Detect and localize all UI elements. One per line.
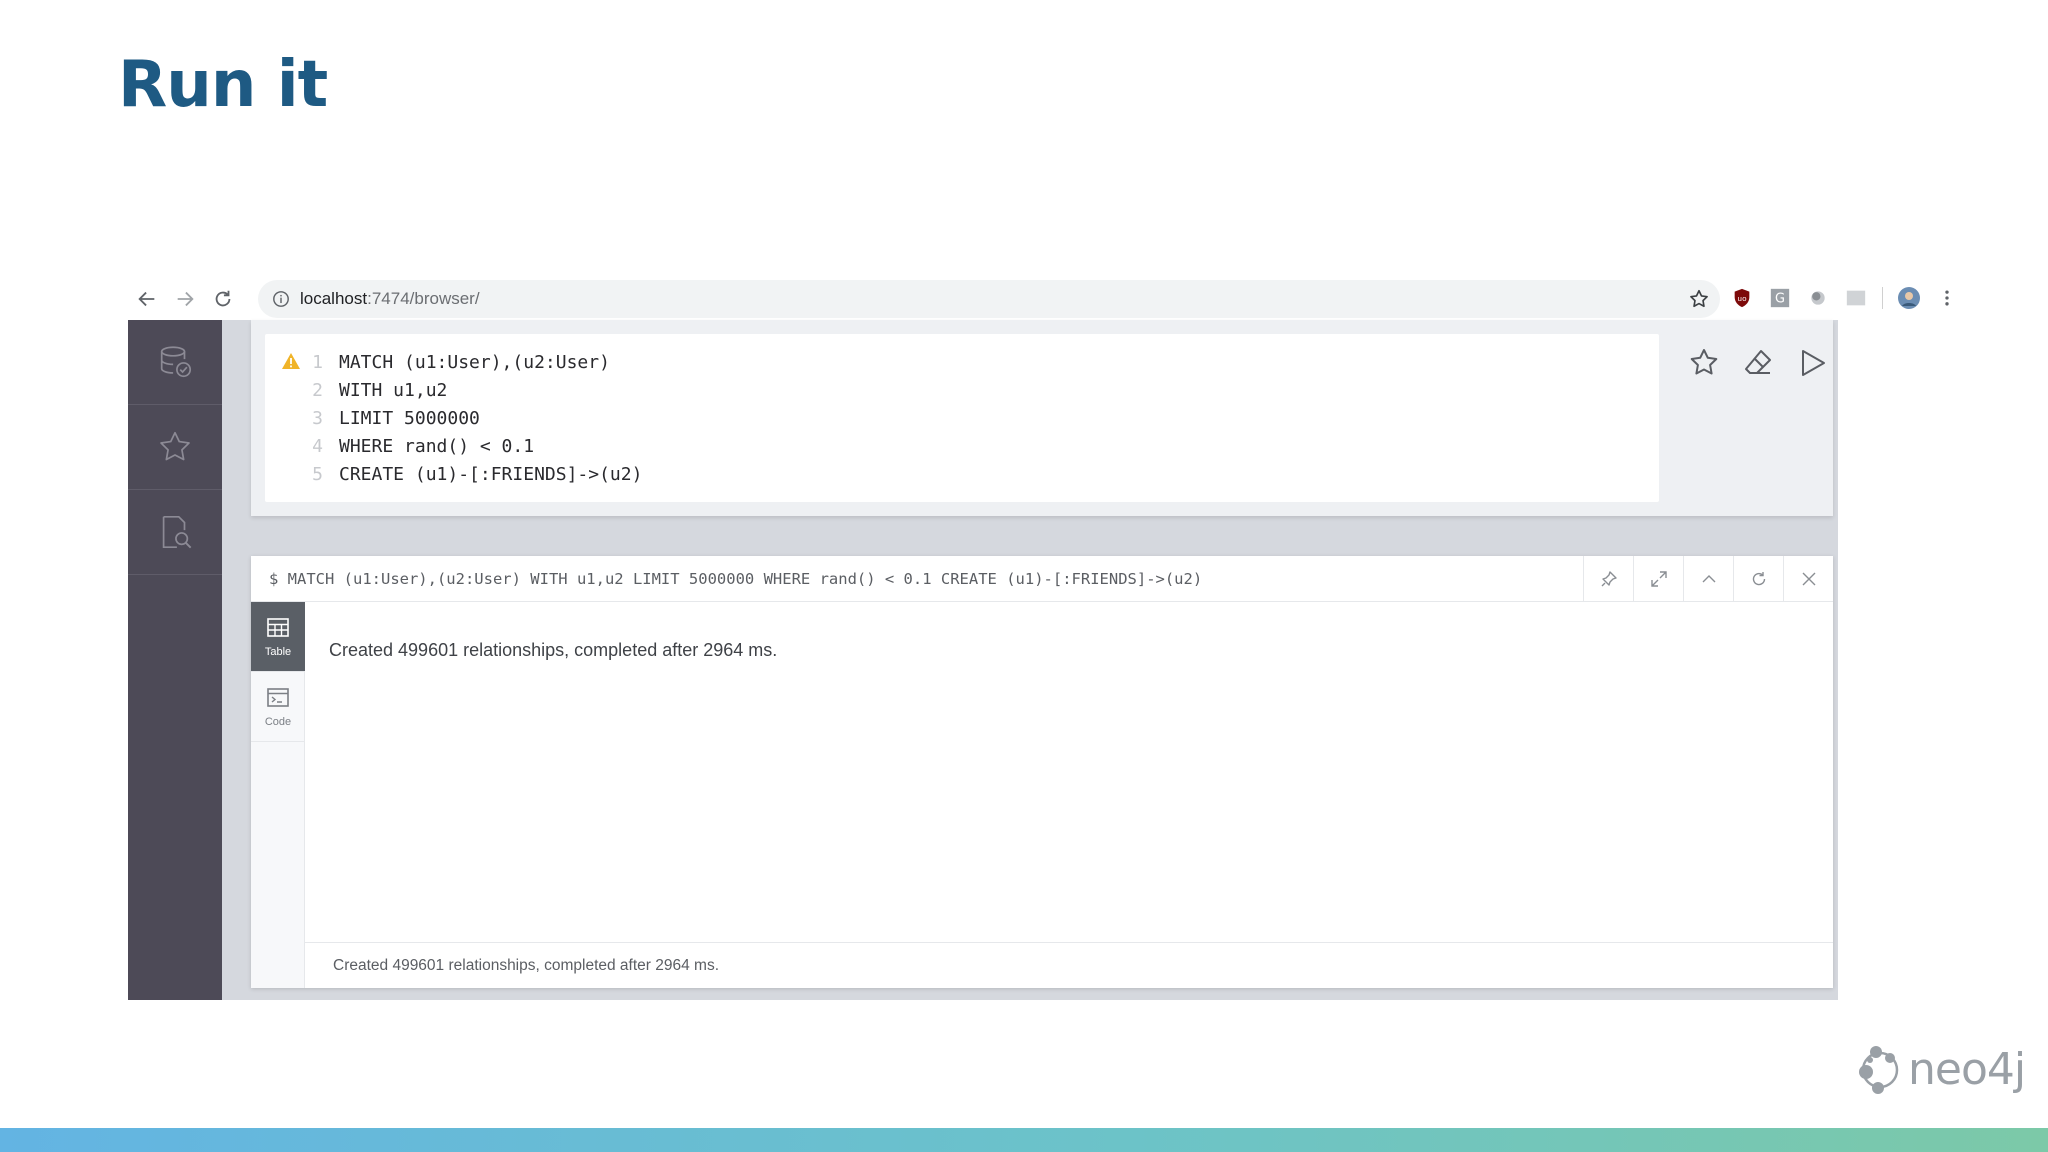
reload-icon xyxy=(215,290,231,307)
info-icon xyxy=(273,291,289,307)
sidebar-item-documents[interactable] xyxy=(128,490,222,575)
code-lines: 1 MATCH (u1:User),(u2:User) 2 WITH u1,u2 3… xyxy=(305,348,642,488)
result-header: $ MATCH (u1:User),(u2:User) WITH u1,u2 L… xyxy=(251,556,1833,602)
arrow-left-icon xyxy=(138,291,155,307)
url-path: :7474/browser/ xyxy=(367,289,480,308)
warning-icon xyxy=(282,353,300,369)
rerun-button[interactable] xyxy=(1733,556,1783,602)
menu-button[interactable] xyxy=(1935,286,1959,310)
play-icon xyxy=(1802,350,1825,376)
collapse-button[interactable] xyxy=(1683,556,1733,602)
result-message: Created 499601 relationships, completed … xyxy=(329,640,778,660)
code-text: WHERE rand() < 0.1 xyxy=(339,435,535,457)
extension-ublock[interactable]: uo xyxy=(1730,286,1754,310)
toolbar-divider xyxy=(1882,287,1883,309)
code-text: MATCH (u1:User),(u2:User) xyxy=(339,351,610,373)
extension-circle[interactable] xyxy=(1806,286,1830,310)
result-command[interactable]: $ MATCH (u1:User),(u2:User) WITH u1,u2 L… xyxy=(251,570,1202,588)
sidebar-item-database[interactable] xyxy=(128,320,222,405)
slide-title: Run it xyxy=(118,48,328,122)
code-text: WITH u1,u2 xyxy=(339,379,448,401)
clear-button[interactable] xyxy=(1741,346,1775,380)
sidebar-item-favorites[interactable] xyxy=(128,405,222,490)
view-tabs: Table Code xyxy=(251,602,305,988)
close-icon xyxy=(1802,572,1815,586)
neo4j-logo: neo4j xyxy=(1856,1040,2026,1098)
code-line: 2 WITH u1,u2 xyxy=(305,376,642,404)
kebab-menu-icon xyxy=(1945,290,1949,306)
line-number: 5 xyxy=(312,463,323,485)
address-bar[interactable]: localhost:7474/browser/ xyxy=(258,280,1720,318)
profile-avatar[interactable] xyxy=(1897,286,1921,310)
shield-icon: uo xyxy=(1734,288,1750,308)
url-text: localhost:7474/browser/ xyxy=(300,289,480,309)
fullscreen-button[interactable] xyxy=(1633,556,1683,602)
footer-gradient-bar xyxy=(0,1128,2048,1152)
table-icon xyxy=(267,617,289,637)
pin-icon xyxy=(1601,571,1617,587)
extension-icons: uo G xyxy=(1730,286,1959,310)
run-button[interactable] xyxy=(1795,346,1829,380)
svg-text:G: G xyxy=(1775,292,1785,307)
eraser-icon xyxy=(1745,350,1771,374)
document-search-icon xyxy=(162,515,192,549)
close-button[interactable] xyxy=(1783,556,1833,602)
result-status: Created 499601 relationships, completed … xyxy=(305,942,1833,988)
database-check-icon xyxy=(160,346,192,378)
avatar-icon xyxy=(1898,287,1920,309)
result-frame: $ MATCH (u1:User),(u2:User) WITH u1,u2 L… xyxy=(251,556,1833,988)
svg-text:uo: uo xyxy=(1737,294,1747,303)
tab-code[interactable]: Code xyxy=(251,672,305,742)
editor-actions xyxy=(1687,346,1829,380)
code-icon xyxy=(267,687,289,707)
forward-button[interactable] xyxy=(166,280,204,318)
neo4j-graph-icon xyxy=(1859,1046,1899,1094)
favorite-button[interactable] xyxy=(1687,346,1721,380)
back-button[interactable] xyxy=(128,280,166,318)
code-text: LIMIT 5000000 xyxy=(339,407,480,429)
pin-button[interactable] xyxy=(1583,556,1633,602)
logo-text: neo4j xyxy=(1908,1043,2026,1095)
tab-table[interactable]: Table xyxy=(251,602,305,672)
refresh-icon xyxy=(1752,572,1765,586)
code-line: 1 MATCH (u1:User),(u2:User) xyxy=(305,348,642,376)
expand-icon xyxy=(1650,571,1667,587)
circle-icon xyxy=(1811,291,1825,305)
extension-box[interactable] xyxy=(1844,286,1868,310)
editor-frame: 1 MATCH (u1:User),(u2:User) 2 WITH u1,u2 3… xyxy=(251,320,1833,516)
extension-grammar[interactable]: G xyxy=(1768,286,1792,310)
code-line: 5 CREATE (u1)-[:FRIENDS]->(u2) xyxy=(305,460,642,488)
tab-label: Table xyxy=(264,645,292,658)
star-icon xyxy=(160,431,190,461)
code-line: 4 WHERE rand() < 0.1 xyxy=(305,432,642,460)
g-box-icon: G xyxy=(1770,288,1790,308)
reload-button[interactable] xyxy=(204,280,242,318)
line-number: 3 xyxy=(312,407,323,429)
line-number: 4 xyxy=(312,435,323,457)
neo4j-browser: 1 MATCH (u1:User),(u2:User) 2 WITH u1,u2 3… xyxy=(128,320,1838,1000)
code-text: CREATE (u1)-[:FRIENDS]->(u2) xyxy=(339,463,643,485)
line-number: 1 xyxy=(312,351,323,373)
tab-label: Code xyxy=(264,715,292,728)
query-editor[interactable]: 1 MATCH (u1:User),(u2:User) 2 WITH u1,u2 3… xyxy=(265,334,1659,502)
bookmark-star-icon[interactable] xyxy=(1688,288,1710,310)
arrow-right-icon xyxy=(177,291,194,307)
browser-toolbar: localhost:7474/browser/ uo G xyxy=(128,278,1949,320)
sidebar xyxy=(128,320,222,1000)
url-host: localhost xyxy=(300,289,368,308)
code-line: 3 LIMIT 5000000 xyxy=(305,404,642,432)
chevron-up-icon xyxy=(1702,575,1715,583)
star-outline-icon xyxy=(1690,349,1718,375)
line-number: 2 xyxy=(312,379,323,401)
grey-box-icon xyxy=(1846,290,1866,306)
result-actions xyxy=(1583,556,1833,602)
